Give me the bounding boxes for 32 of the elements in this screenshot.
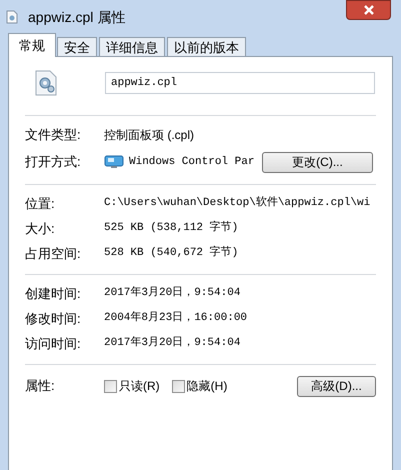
- tab[interactable]: 安全: [57, 37, 97, 56]
- gear-file-icon: [35, 70, 57, 96]
- field-label: 创建时间:: [25, 284, 82, 303]
- field-label: 大小:: [25, 220, 56, 238]
- field-value: C:\Users\wuhan\Desktop\软件\appwiz.cpl\wi: [104, 195, 370, 212]
- file-name-field[interactable]: appwiz.cpl: [105, 72, 375, 94]
- change-button[interactable]: 更改(C)...: [262, 152, 373, 172]
- field-label: 修改时间:: [25, 310, 82, 328]
- close-button[interactable]: [346, 0, 391, 20]
- field-label: 访问时间:: [25, 334, 82, 353]
- field-value: 528 KB (540,672 字节): [104, 245, 238, 262]
- field-label: 属性:: [25, 377, 56, 396]
- close-icon: [362, 5, 374, 15]
- field-label: 占用空间:: [25, 244, 82, 263]
- field-value: 控制面板项 (.cpl): [104, 127, 194, 144]
- checkbox[interactable]: 只读(R): [104, 377, 160, 395]
- tab[interactable]: 详细信息: [99, 37, 165, 56]
- field-label: 文件类型:: [25, 126, 82, 144]
- field-label: 位置:: [25, 194, 56, 213]
- monitor-icon: [104, 155, 124, 169]
- advanced-button[interactable]: 高级(D)...: [297, 376, 376, 396]
- file-icon: [6, 10, 18, 24]
- field-value: Windows Control Par: [129, 154, 256, 170]
- field-value: 2017年3月20日，9:54:04: [104, 335, 240, 352]
- field-value: 2004年8月23日，16:00:00: [104, 310, 248, 326]
- field-label: 打开方式:: [25, 153, 82, 172]
- tab[interactable]: 常规: [8, 33, 56, 57]
- field-value: 2017年3月20日，9:54:04: [104, 285, 240, 302]
- checkbox[interactable]: 隐藏(H): [172, 377, 228, 395]
- window-title: appwiz.cpl 属性: [28, 8, 126, 27]
- field-value: 525 KB (538,112 字节): [104, 220, 238, 236]
- tab[interactable]: 以前的版本: [167, 37, 246, 56]
